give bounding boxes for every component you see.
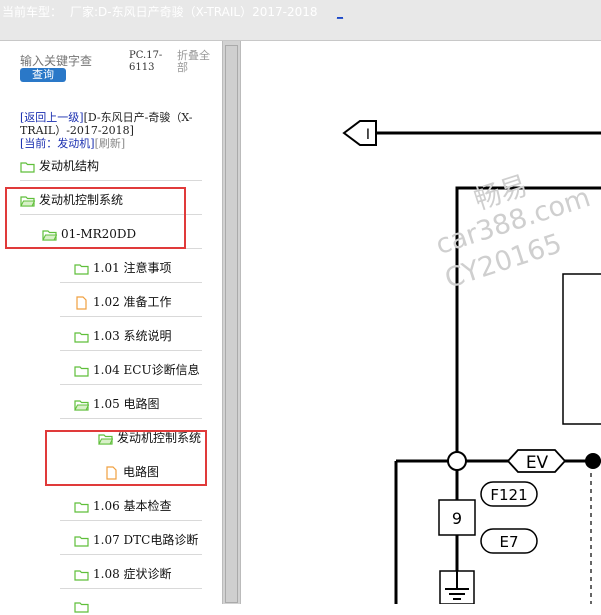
tree-item-1-04[interactable]: 1.04 ECU诊断信息 — [74, 361, 200, 379]
tree-item-label: 1.03 系统说明 — [93, 329, 172, 343]
divider — [60, 588, 202, 589]
scrollbar-thumb[interactable] — [225, 45, 238, 603]
highlight-box — [5, 187, 186, 249]
divider — [60, 554, 202, 555]
folder-icon — [74, 365, 89, 377]
document-icon — [76, 295, 87, 310]
tree-item-1-01[interactable]: 1.01 注意事项 — [74, 259, 172, 277]
collapse-all-link[interactable]: 折叠全部 — [177, 50, 219, 74]
folder-icon — [74, 535, 89, 547]
vehicle-label: 当前车型： — [2, 5, 63, 19]
tree-item-1-05[interactable]: 1.05 电路图 — [74, 395, 160, 413]
back-link[interactable]: [返回上一级] — [20, 111, 84, 124]
ev-tag: EV — [506, 449, 567, 473]
tree-item-label: 1.04 ECU诊断信息 — [93, 363, 200, 377]
tree-item-engine-structure[interactable]: 发动机结构 — [20, 157, 99, 175]
tree-item-label: 1.06 基本检查 — [93, 499, 172, 513]
folder-icon — [74, 601, 89, 613]
e7-label: E7 — [499, 533, 518, 551]
connector-f121: F121 — [480, 481, 538, 507]
tree-item-label: 1.07 DTC电路诊断 — [93, 533, 199, 547]
ground-symbol — [439, 570, 475, 605]
search-input[interactable] — [20, 54, 120, 68]
arrow-label: I — [366, 127, 370, 143]
tree-item-label: 1.02 准备工作 — [93, 295, 172, 309]
folder-icon — [74, 263, 89, 275]
left-panel: 查询 PC.17-6113 折叠全部 [返回上一级][D-东风日产-奇骏（X-T… — [0, 41, 222, 613]
divider — [60, 282, 202, 283]
junction — [447, 451, 467, 471]
pin-label: 9 — [452, 509, 462, 528]
highlight-box — [45, 430, 207, 486]
connector-e7: E7 — [480, 528, 538, 554]
vertical-scrollbar[interactable] — [222, 41, 241, 604]
tree-item-label: 发动机结构 — [39, 159, 100, 173]
search-button[interactable]: 查询 — [20, 68, 66, 82]
divider — [60, 350, 202, 351]
folder-icon — [74, 501, 89, 513]
tree-item-label: 1.01 注意事项 — [93, 261, 172, 275]
folder-open-icon — [74, 399, 89, 411]
divider — [60, 316, 202, 317]
tree-item-label: 1.08 症状诊断 — [93, 567, 172, 581]
divider — [60, 520, 202, 521]
tree-item-1-07[interactable]: 1.07 DTC电路诊断 — [74, 531, 198, 549]
junction — [585, 453, 601, 469]
folder-icon — [74, 569, 89, 581]
wiring-diagram-canvas: I EV 9 F121 E7 — [342, 120, 601, 605]
breadcrumb: [返回上一级][D-东风日产-奇骏（X-TRAIL）-2017-2018] [当… — [20, 111, 220, 150]
tree-item-1-08[interactable]: 1.08 症状诊断 — [74, 565, 172, 583]
divider — [60, 384, 202, 385]
refresh-link[interactable]: [刷新] — [95, 137, 126, 150]
divider — [20, 180, 202, 181]
wiring-diagram: I EV 9 F121 E7 畅易 car388.com CY20165 — [241, 41, 601, 605]
arrow-connector: I — [342, 120, 377, 146]
top-bar: 当前车型： 厂家:D-东风日产奇骏（X-TRAIL）2017-2018 _ .. — [0, 0, 601, 49]
divider — [60, 418, 202, 419]
pc-code: PC.17-6113 — [129, 50, 163, 73]
tree-item-label: 1.05 电路图 — [93, 397, 160, 411]
ev-label: EV — [526, 453, 549, 473]
tree-item-1-02[interactable]: 1.02 准备工作 — [74, 293, 172, 311]
folder-icon — [20, 161, 35, 173]
vehicle-link[interactable]: _ — [337, 5, 343, 19]
tree-item-1-03[interactable]: 1.03 系统说明 — [74, 327, 172, 345]
folder-icon — [74, 331, 89, 343]
tree-item-1-06[interactable]: 1.06 基本检查 — [74, 497, 172, 515]
current-location: [当前：发动机] — [20, 137, 95, 150]
f121-label: F121 — [490, 486, 527, 504]
vehicle-name: 厂家:D-东风日产奇骏（X-TRAIL）2017-2018 — [70, 5, 318, 19]
tree-item-partial[interactable] — [74, 597, 93, 615]
component-box — [562, 273, 601, 425]
